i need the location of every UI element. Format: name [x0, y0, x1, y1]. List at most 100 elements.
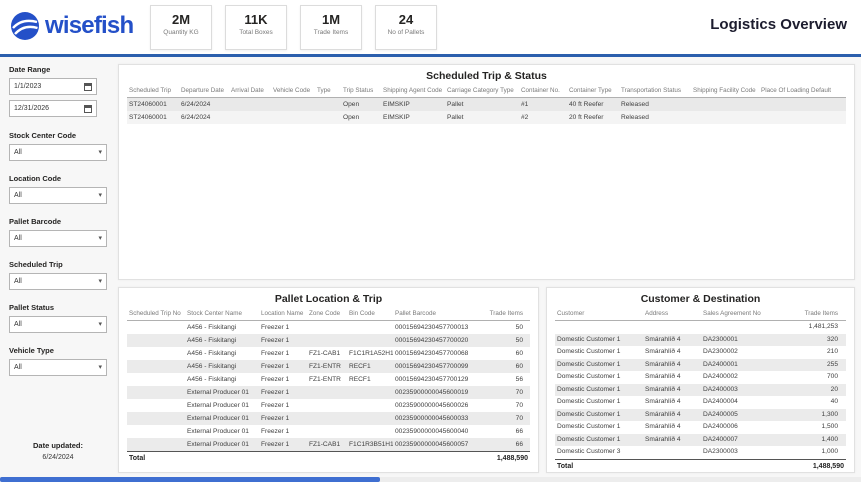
column-header[interactable]: Scheduled Trip: [127, 85, 179, 97]
table-cell: DA2400002: [701, 371, 785, 384]
kpi-card-trade-items[interactable]: 1M Trade Items: [300, 5, 362, 50]
table-cell: [555, 321, 643, 334]
column-header[interactable]: Departure Date: [179, 85, 229, 97]
column-header[interactable]: Vehicle Code: [271, 85, 315, 97]
column-header[interactable]: Carriage Category Type: [445, 85, 519, 97]
table-row[interactable]: ST240600016/24/2024OpenEIMSKIPPallet#220…: [127, 111, 846, 124]
table-cell: Freezer 1: [259, 321, 307, 334]
column-header[interactable]: Shipping Agent Code: [381, 85, 445, 97]
chevron-down-icon: ▾: [98, 192, 102, 199]
table-row[interactable]: External Producer 01Freezer 100235900000…: [127, 425, 530, 438]
table-row[interactable]: Domestic Customer 1Smárahlíð 4DA23000013…: [555, 334, 846, 347]
table-cell: [127, 373, 185, 386]
table-row[interactable]: A456 - FiskitangiFreezer 1FZ1-CAB1F1C1R1…: [127, 347, 530, 360]
table-cell: 6/24/2024: [179, 98, 229, 111]
column-header[interactable]: Transportation Status: [619, 85, 691, 97]
kpi-card-quantity-kg[interactable]: 2M Quantity KG: [150, 5, 212, 50]
column-header[interactable]: Customer: [555, 308, 643, 320]
table-cell: Domestic Customer 1: [555, 396, 643, 409]
table-row[interactable]: Domestic Customer 1Smárahlíð 4DA24000071…: [555, 434, 846, 447]
table-row[interactable]: Domestic Customer 1Smárahlíð 4DA24000012…: [555, 359, 846, 372]
column-header[interactable]: Pallet Barcode: [393, 308, 485, 320]
pallet-barcode-select[interactable]: All ▾: [9, 230, 107, 247]
column-header[interactable]: Trade Items: [485, 308, 525, 320]
date-updated: Date updated: 6/24/2024: [0, 441, 116, 461]
kpi-card-no-of-pallets[interactable]: 24 No of Pallets: [375, 5, 437, 50]
table-cell: Smárahlíð 4: [643, 384, 701, 397]
scheduled-trip-select[interactable]: All ▾: [9, 273, 107, 290]
table-row[interactable]: A456 - FiskitangiFreezer 100015694230457…: [127, 321, 530, 334]
table-header-row: Scheduled TripDeparture DateArrival Date…: [127, 85, 846, 98]
column-header[interactable]: Container Type: [567, 85, 619, 97]
table-cell: [759, 111, 838, 124]
table-row[interactable]: Domestic Customer 1Smárahlíð 4DA24000061…: [555, 421, 846, 434]
column-header[interactable]: Shipping Facility Code: [691, 85, 759, 97]
table-row[interactable]: A456 - FiskitangiFreezer 1FZ1-ENTRRECF10…: [127, 373, 530, 386]
column-header[interactable]: Type: [315, 85, 341, 97]
table-cell: Domestic Customer 1: [555, 384, 643, 397]
table-cell: Freezer 1: [259, 399, 307, 412]
filter-group-vehicle-type: Vehicle Type All ▾: [9, 346, 107, 376]
table-row[interactable]: External Producer 01Freezer 100235900000…: [127, 399, 530, 412]
calendar-icon[interactable]: [84, 83, 92, 91]
column-header[interactable]: Stock Center Name: [185, 308, 259, 320]
kpi-label: Trade Items: [301, 29, 361, 36]
chevron-down-icon: ▾: [98, 278, 102, 285]
column-header[interactable]: Place Of Loading Default: [759, 85, 838, 97]
table-cell: Domestic Customer 1: [555, 409, 643, 422]
filter-group-location-code: Location Code All ▾: [9, 174, 107, 204]
table-row[interactable]: A456 - FiskitangiFreezer 100015694230457…: [127, 334, 530, 347]
table-cell: DA2400003: [701, 384, 785, 397]
table-cell: 00015694230457700013: [393, 321, 485, 334]
table-row[interactable]: Domestic Customer 1Smárahlíð 4DA23000022…: [555, 346, 846, 359]
table-cell: EIMSKIP: [381, 98, 445, 111]
stock-center-code-select[interactable]: All ▾: [9, 144, 107, 161]
table-row[interactable]: Domestic Customer 1Smárahlíð 4DA24000032…: [555, 384, 846, 397]
table-row[interactable]: Domestic Customer 1Smárahlíð 4DA24000044…: [555, 396, 846, 409]
table-cell: 1,400: [785, 434, 840, 447]
kpi-card-total-boxes[interactable]: 11K Total Boxes: [225, 5, 287, 50]
table-cell: Smárahlíð 4: [643, 334, 701, 347]
table-row[interactable]: External Producer 01Freezer 100235900000…: [127, 412, 530, 425]
column-header[interactable]: Scheduled Trip No: [127, 308, 185, 320]
kpi-row: 2M Quantity KG 11K Total Boxes 1M Trade …: [150, 5, 437, 50]
vehicle-type-select[interactable]: All ▾: [9, 359, 107, 376]
column-header[interactable]: Arrival Date: [229, 85, 271, 97]
table-row[interactable]: 1,481,253: [555, 321, 846, 334]
location-code-select[interactable]: All ▾: [9, 187, 107, 204]
table-row[interactable]: Domestic Customer 1Smárahlíð 4DA24000027…: [555, 371, 846, 384]
horizontal-scrollbar[interactable]: [0, 477, 861, 482]
date-start-input[interactable]: 1/1/2023: [9, 78, 97, 95]
date-updated-value: 6/24/2024: [0, 454, 116, 461]
table-row[interactable]: External Producer 01Freezer 1FZ1-CAB1F1C…: [127, 438, 530, 451]
chevron-down-icon: ▾: [98, 364, 102, 371]
filter-label: Stock Center Code: [9, 131, 107, 140]
table-cell: External Producer 01: [185, 412, 259, 425]
column-header[interactable]: Container No.: [519, 85, 567, 97]
column-header[interactable]: Address: [643, 308, 701, 320]
column-header[interactable]: Bin Code: [347, 308, 393, 320]
table-cell: 60: [485, 360, 525, 373]
table-row[interactable]: ST240600016/24/2024OpenEIMSKIPPallet#140…: [127, 98, 846, 111]
column-header[interactable]: Zone Code: [307, 308, 347, 320]
table-row[interactable]: A456 - FiskitangiFreezer 1FZ1-ENTRRECF10…: [127, 360, 530, 373]
scrollbar-thumb[interactable]: [0, 477, 380, 482]
table-row[interactable]: Domestic Customer 3DA23000031,000: [555, 446, 846, 459]
table-cell: DA2300003: [701, 446, 785, 459]
column-header[interactable]: Location Name: [259, 308, 307, 320]
table-cell: [643, 321, 701, 334]
table-cell: [347, 425, 393, 438]
column-header[interactable]: Trip Status: [341, 85, 381, 97]
pallet-status-select[interactable]: All ▾: [9, 316, 107, 333]
table-cell: Open: [341, 111, 381, 124]
table-cell: FZ1-CAB1: [307, 347, 347, 360]
column-header[interactable]: Trade Items: [785, 308, 840, 320]
table-row[interactable]: Domestic Customer 1Smárahlíð 4DA24000051…: [555, 409, 846, 422]
table-row[interactable]: External Producer 01Freezer 100235900000…: [127, 386, 530, 399]
table-header-row: Scheduled Trip NoStock Center NameLocati…: [127, 308, 530, 321]
calendar-icon[interactable]: [84, 105, 92, 113]
column-header[interactable]: Sales Agreement No: [701, 308, 785, 320]
date-end-input[interactable]: 12/31/2026: [9, 100, 97, 117]
table-cell: DA2400006: [701, 421, 785, 434]
pallet-location-table: Scheduled Trip NoStock Center NameLocati…: [119, 308, 538, 465]
